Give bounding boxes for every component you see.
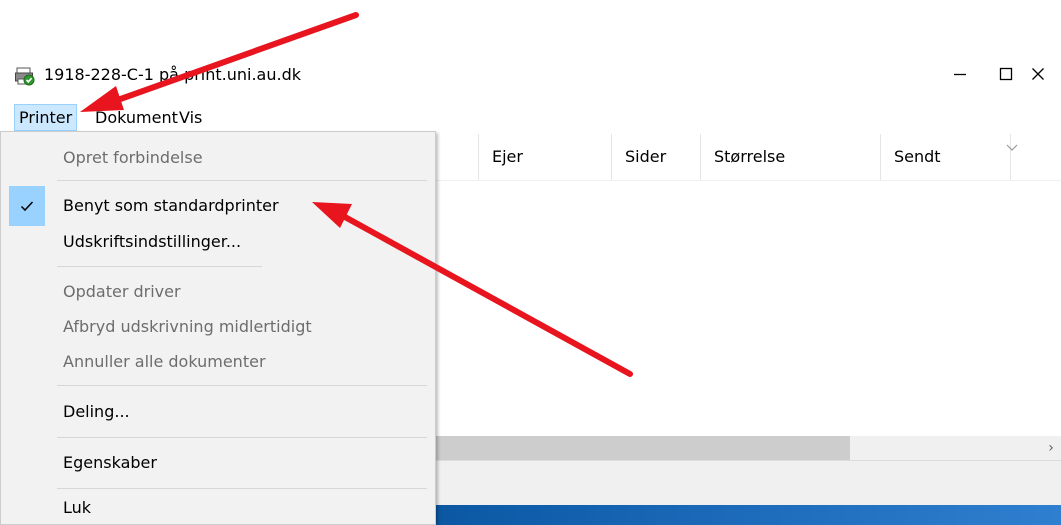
menu-item-cancel-all[interactable]: Annuller alle dokumenter xyxy=(1,342,434,382)
close-button[interactable] xyxy=(1015,58,1061,90)
menu-separator xyxy=(57,180,427,181)
menu-dokument[interactable]: Dokument xyxy=(91,104,182,131)
scroll-right-arrow-icon[interactable]: › xyxy=(1041,436,1061,460)
menu-item-label: Annuller alle dokumenter xyxy=(63,352,266,371)
menu-item-connect[interactable]: Opret forbindelse xyxy=(1,138,434,178)
menu-item-close[interactable]: Luk xyxy=(1,490,434,525)
menu-item-label: Opret forbindelse xyxy=(63,148,203,167)
menu-item-label: Benyt som standardprinter xyxy=(63,196,279,215)
column-header-sent[interactable]: Sendt xyxy=(880,134,1010,180)
column-header-pages[interactable]: Sider xyxy=(611,134,700,180)
window-title: 1918-228-C-1 på print.uni.au.dk xyxy=(44,65,302,84)
menu-separator xyxy=(57,488,427,489)
checkmark-icon xyxy=(9,186,45,226)
sort-chevron-icon xyxy=(1006,137,1018,156)
column-header-owner[interactable]: Ejer xyxy=(478,134,611,180)
minimize-button[interactable] xyxy=(937,58,983,90)
menu-item-label: Udskriftsindstillinger... xyxy=(63,232,242,251)
menu-item-update-driver[interactable]: Opdater driver xyxy=(1,272,434,312)
menu-item-sharing[interactable]: Deling... xyxy=(1,392,434,432)
menu-item-set-default[interactable]: Benyt som standardprinter xyxy=(1,186,434,226)
menu-item-label: Opdater driver xyxy=(63,282,181,301)
menu-item-label: Deling... xyxy=(63,402,130,421)
menu-item-label: Afbryd udskrivning midlertidigt xyxy=(63,317,312,336)
menu-item-label: Luk xyxy=(63,498,92,517)
menu-vis[interactable]: Vis xyxy=(175,104,206,131)
menu-item-pause-printing[interactable]: Afbryd udskrivning midlertidigt xyxy=(1,307,434,347)
menu-separator xyxy=(57,385,427,386)
menu-item-properties[interactable]: Egenskaber xyxy=(1,443,434,483)
maximize-icon xyxy=(999,67,1013,81)
minimize-icon xyxy=(953,67,967,81)
menu-separator xyxy=(57,437,427,438)
printer-queue-icon xyxy=(15,66,35,86)
menu-printer[interactable]: Printer xyxy=(14,104,78,131)
menu-separator xyxy=(57,266,262,267)
close-icon xyxy=(1031,67,1045,81)
menu-item-label: Egenskaber xyxy=(63,453,157,472)
column-header-size[interactable]: Størrelse xyxy=(700,134,880,180)
menu-item-print-settings[interactable]: Udskriftsindstillinger... xyxy=(1,222,434,262)
